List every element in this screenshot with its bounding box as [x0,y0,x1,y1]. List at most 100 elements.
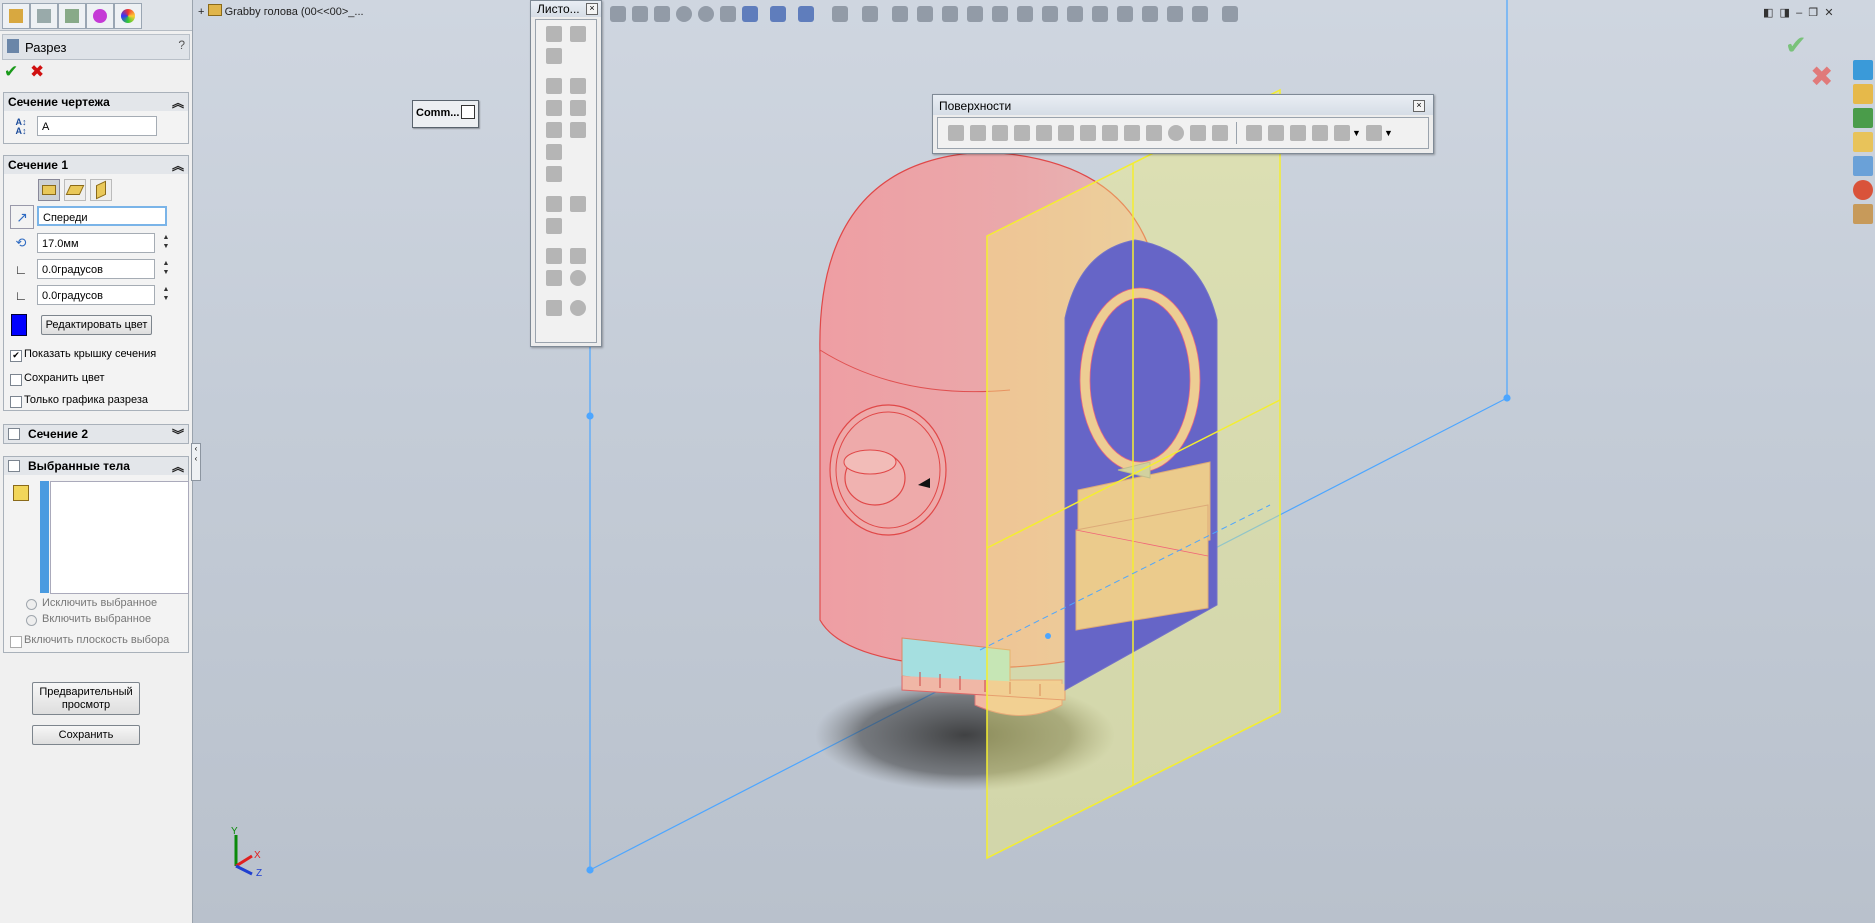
untrim-surface-icon[interactable] [1268,125,1284,141]
feature-tree-item[interactable]: + Grabby голова (00<<00>_... [198,4,364,18]
view-settings-icon[interactable] [798,6,814,22]
rebuild-icon[interactable] [1222,6,1238,22]
insert-bends-icon[interactable] [570,270,586,286]
view-palette-icon[interactable] [1853,156,1873,176]
lofted-surface-icon[interactable] [1014,125,1030,141]
swept-surface-icon[interactable] [992,125,1008,141]
help-button[interactable]: ? [178,38,185,52]
dim-xpert-tab-icon[interactable] [86,3,114,29]
forming-tool-icon[interactable] [546,166,562,182]
mirror-icon[interactable] [1017,6,1033,22]
face-section-button[interactable] [64,179,86,201]
drawing-section-group-header[interactable]: Сечение чертежа ︽ [3,92,189,112]
fillet-surface-icon[interactable] [1334,125,1350,141]
cut-with-surface-icon[interactable] [1366,125,1382,141]
boundary-surface-icon[interactable] [1036,125,1052,141]
show-cap-checkbox[interactable]: ✔ [10,350,22,362]
trim-surface-icon[interactable] [1246,125,1262,141]
knit-surface-icon[interactable] [1290,125,1306,141]
sketch-icon[interactable] [967,6,983,22]
smart-dimension-icon[interactable] [1167,6,1183,22]
rotation-y-field[interactable]: 0.0градусов [37,285,155,305]
selected-bodies-enable-checkbox[interactable] [8,460,20,472]
exclude-selected-radio[interactable] [26,599,37,610]
rip-icon[interactable] [546,270,562,286]
tab-slot-icon[interactable] [570,300,586,316]
property-manager-tab-icon[interactable] [30,3,58,29]
offset-distance-field[interactable]: 17.0мм [37,233,155,253]
lofted-bend-icon[interactable] [546,48,562,64]
flatten-icon[interactable] [570,196,586,212]
pan-view-icon[interactable] [892,6,908,22]
extruded-surface-icon[interactable] [948,125,964,141]
close-toolbar-icon[interactable]: × [586,3,598,15]
home-icon[interactable] [1853,84,1873,104]
unfold-icon[interactable] [546,248,562,264]
confirm-corner-cancel-icon[interactable]: ✖ [1810,60,1833,93]
display-manager-tab-icon[interactable] [114,3,142,29]
planar-surface-icon[interactable] [1080,125,1096,141]
confirm-corner-ok-icon[interactable]: ✔ [1785,30,1807,61]
surfaces-toolbar-titlebar[interactable]: Поверхности × [933,95,1433,115]
section-color-swatch[interactable] [11,314,27,336]
miter-flange-icon[interactable] [570,78,586,94]
offset-spinner[interactable]: ▲ ▼ [160,233,172,253]
sheet-metal-gusset-icon[interactable] [546,300,562,316]
design-library-icon[interactable] [1853,108,1873,128]
restore-right-icon[interactable]: ◨ [1780,7,1790,19]
restore-left-icon[interactable]: ◧ [1763,7,1773,19]
maximize-icon[interactable]: ❐ [1808,7,1818,19]
surface-flatten-icon[interactable] [1146,125,1162,141]
section-plane-field[interactable]: Спереди [37,206,167,226]
options-icon[interactable] [1192,6,1208,22]
fold-icon[interactable] [570,248,586,264]
no-bends-icon[interactable] [546,218,562,234]
cancel-x-icon[interactable]: ✖ [30,62,44,82]
preview-button[interactable]: Предварительный просмотр [32,682,140,715]
configuration-manager-tab-icon[interactable] [58,3,86,29]
chevron-down-icon[interactable]: ▼ [1384,128,1393,138]
cross-break-icon[interactable] [570,122,586,138]
edge-flange-icon[interactable] [546,78,562,94]
ruled-surface-icon[interactable] [1124,125,1140,141]
display-style-icon[interactable] [698,6,714,22]
base-flange-icon[interactable] [546,26,562,42]
solidworks-resources-icon[interactable] [1853,60,1873,80]
feature-manager-tab-icon[interactable] [2,3,30,29]
reference-geometry-icon[interactable] [1092,6,1108,22]
command-manager-tab[interactable]: Comm... [412,100,479,128]
save-button[interactable]: Сохранить [32,725,140,745]
panel-collapse-handle[interactable]: ‹ ‹ [191,443,201,481]
sheet-metal-toolbar-titlebar[interactable]: Листо... × [531,1,601,17]
section2-enable-checkbox[interactable] [8,428,20,440]
collapse-chevron-icon[interactable]: ︽ [172,157,184,174]
hide-show-icon[interactable] [720,6,736,22]
graphics-only-checkbox[interactable] [10,396,22,408]
custom-properties-icon[interactable] [1853,204,1873,224]
vent-icon[interactable] [546,196,562,212]
measure-icon[interactable] [942,6,958,22]
include-plane-checkbox[interactable] [10,636,22,648]
replace-face-icon[interactable] [1190,125,1206,141]
collapse-chevron-icon[interactable]: ︽ [172,458,184,475]
reverse-direction-icon[interactable]: ↗ [10,205,34,229]
plane-section-button[interactable] [38,179,60,201]
keep-color-checkbox[interactable] [10,374,22,386]
file-explorer-icon[interactable] [1853,132,1873,152]
chevron-down-icon[interactable]: ▼ [1352,128,1361,138]
curves-icon[interactable] [1117,6,1133,22]
revolved-surface-icon[interactable] [970,125,986,141]
convert-to-sheet-metal-icon[interactable] [570,26,586,42]
zoom-to-fit-icon[interactable] [610,6,626,22]
rotation-x-field[interactable]: 0.0градусов [37,259,155,279]
close-surfaces-toolbar-icon[interactable]: × [1413,100,1425,112]
corners-icon[interactable] [546,144,562,160]
hem-icon[interactable] [546,100,562,116]
pattern-icon[interactable] [1042,6,1058,22]
close-window-icon[interactable]: ✕ [1824,7,1833,19]
surface-section-button[interactable] [90,179,112,201]
section-label-field[interactable]: A [37,116,157,136]
rollback-icon[interactable] [917,6,933,22]
section-view-icon[interactable] [654,6,670,22]
selected-bodies-group-header[interactable]: Выбранные тела ︽ [3,456,189,476]
